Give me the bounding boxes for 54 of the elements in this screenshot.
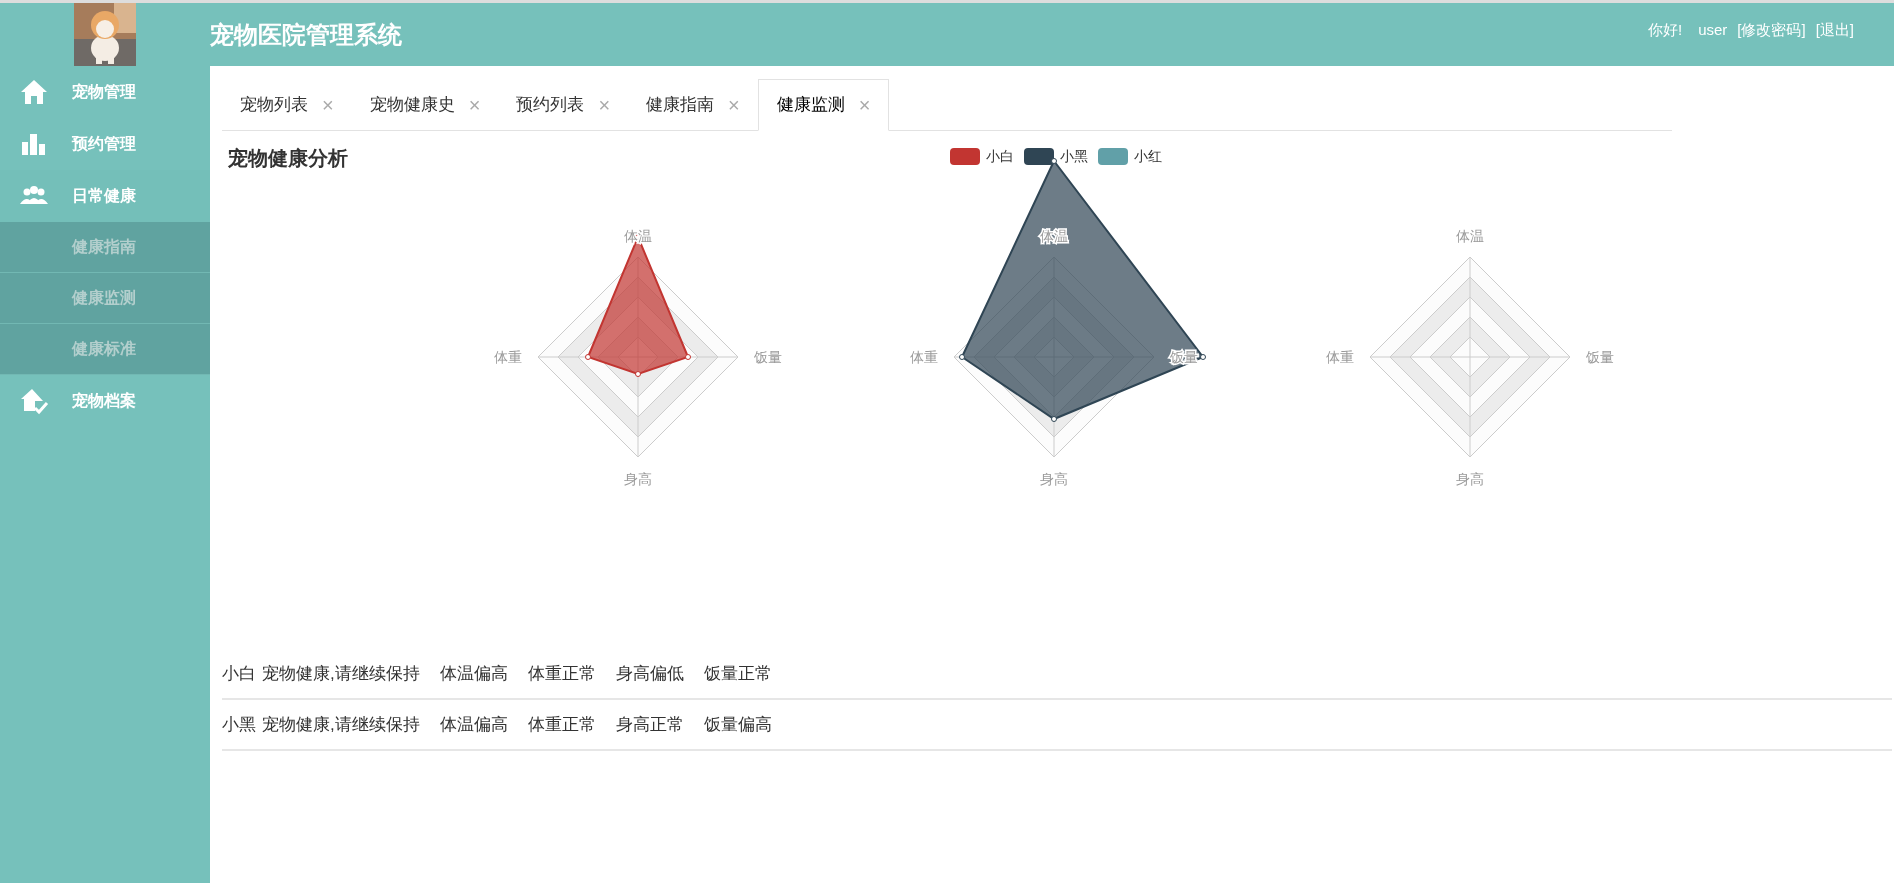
pet-name: 小白	[222, 662, 256, 685]
panel-title: 宠物健康分析	[228, 146, 348, 171]
tab[interactable]: 预约列表 ×	[498, 80, 629, 130]
axis-label: 体重	[1326, 349, 1354, 365]
axis-label: 体温	[1040, 228, 1068, 244]
app-title: 宠物医院管理系统	[210, 19, 402, 50]
pet-name: 小黑	[222, 713, 256, 736]
legend-swatch[interactable]	[950, 148, 980, 165]
close-icon[interactable]: ×	[322, 90, 334, 120]
legend-swatch[interactable]	[1024, 148, 1054, 165]
status-text: 身高偏低	[615, 662, 684, 685]
header-link[interactable]: [修改密码]	[1737, 19, 1806, 42]
tab[interactable]: 宠物列表 ×	[222, 80, 352, 130]
status-text: 身高正常	[615, 713, 684, 736]
axis-label: 体重	[494, 349, 522, 365]
axis-label: 体温	[1456, 228, 1484, 244]
axis-label: 身高	[1456, 471, 1484, 487]
menu-item[interactable]: 宠物档案	[0, 375, 210, 427]
legend-swatch[interactable]	[1098, 148, 1128, 165]
health-message: 宠物健康,请继续保持	[262, 662, 420, 685]
axis-label: 身高	[624, 471, 652, 487]
status-text: 饭量正常	[703, 662, 772, 685]
house-icon	[19, 78, 49, 106]
menu-item[interactable]: 预约管理	[0, 118, 210, 170]
status-text: 体重正常	[527, 662, 596, 685]
axis-label: 饭量	[754, 349, 782, 365]
tab[interactable]: 健康监测 ×	[757, 79, 890, 131]
submenu-item[interactable]: 健康监测	[0, 273, 210, 324]
menu-item[interactable]: 宠物管理	[0, 66, 210, 118]
header-link[interactable]: [退出]	[1815, 19, 1854, 42]
status-text: 体重正常	[527, 713, 596, 736]
axis-label: 体重	[910, 349, 938, 365]
axis-label: 身高	[1040, 471, 1068, 487]
axis-label: 体温	[624, 228, 652, 244]
submenu-item[interactable]: 健康标准	[0, 324, 210, 375]
status-text: 饭量偏高	[703, 713, 772, 736]
greeting-text: 你好!	[1647, 20, 1683, 40]
close-icon[interactable]: ×	[468, 90, 481, 120]
close-icon[interactable]: ×	[598, 90, 611, 120]
legend-label[interactable]: 小红	[1134, 146, 1162, 167]
house-check-icon	[19, 387, 49, 415]
username-text: user	[1698, 20, 1728, 40]
legend-label[interactable]: 小黑	[1060, 146, 1088, 167]
axis-label: 饭量	[1586, 349, 1614, 365]
status-text: 体温偏高	[439, 662, 508, 685]
tab[interactable]: 宠物健康史 ×	[351, 80, 499, 130]
health-message: 宠物健康,请继续保持	[262, 713, 420, 736]
legend-label[interactable]: 小白	[986, 146, 1014, 167]
status-text: 体温偏高	[439, 713, 508, 736]
axis-label: 饭量	[1170, 349, 1198, 365]
submenu-item[interactable]: 健康指南	[0, 222, 210, 273]
tab[interactable]: 健康指南 ×	[628, 80, 758, 130]
close-icon[interactable]: ×	[728, 90, 740, 120]
close-icon[interactable]: ×	[858, 90, 871, 120]
